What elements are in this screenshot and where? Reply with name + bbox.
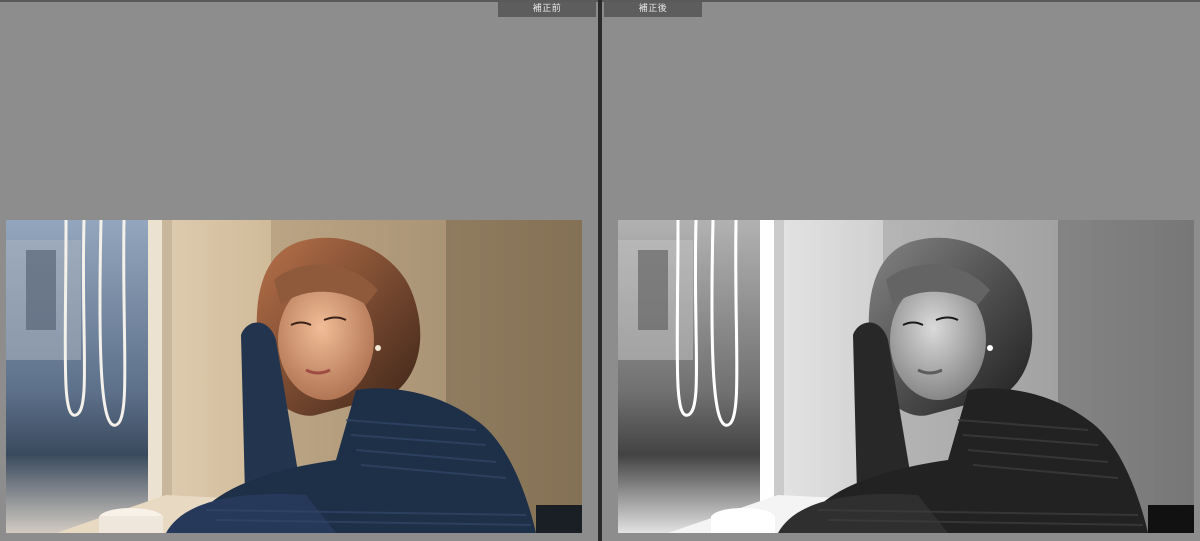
before-label: 補正前 [498, 2, 596, 17]
after-pane[interactable]: 補正後 [602, 0, 1200, 541]
after-photo[interactable] [618, 220, 1194, 533]
before-pane[interactable]: 補正前 [0, 0, 598, 541]
before-photo[interactable] [6, 220, 582, 533]
before-after-compare-view: 補正前 補正後 [0, 0, 1200, 541]
photo-monochrome-image [618, 220, 1194, 533]
after-label: 補正後 [604, 2, 702, 17]
photo-color-image [6, 220, 582, 533]
